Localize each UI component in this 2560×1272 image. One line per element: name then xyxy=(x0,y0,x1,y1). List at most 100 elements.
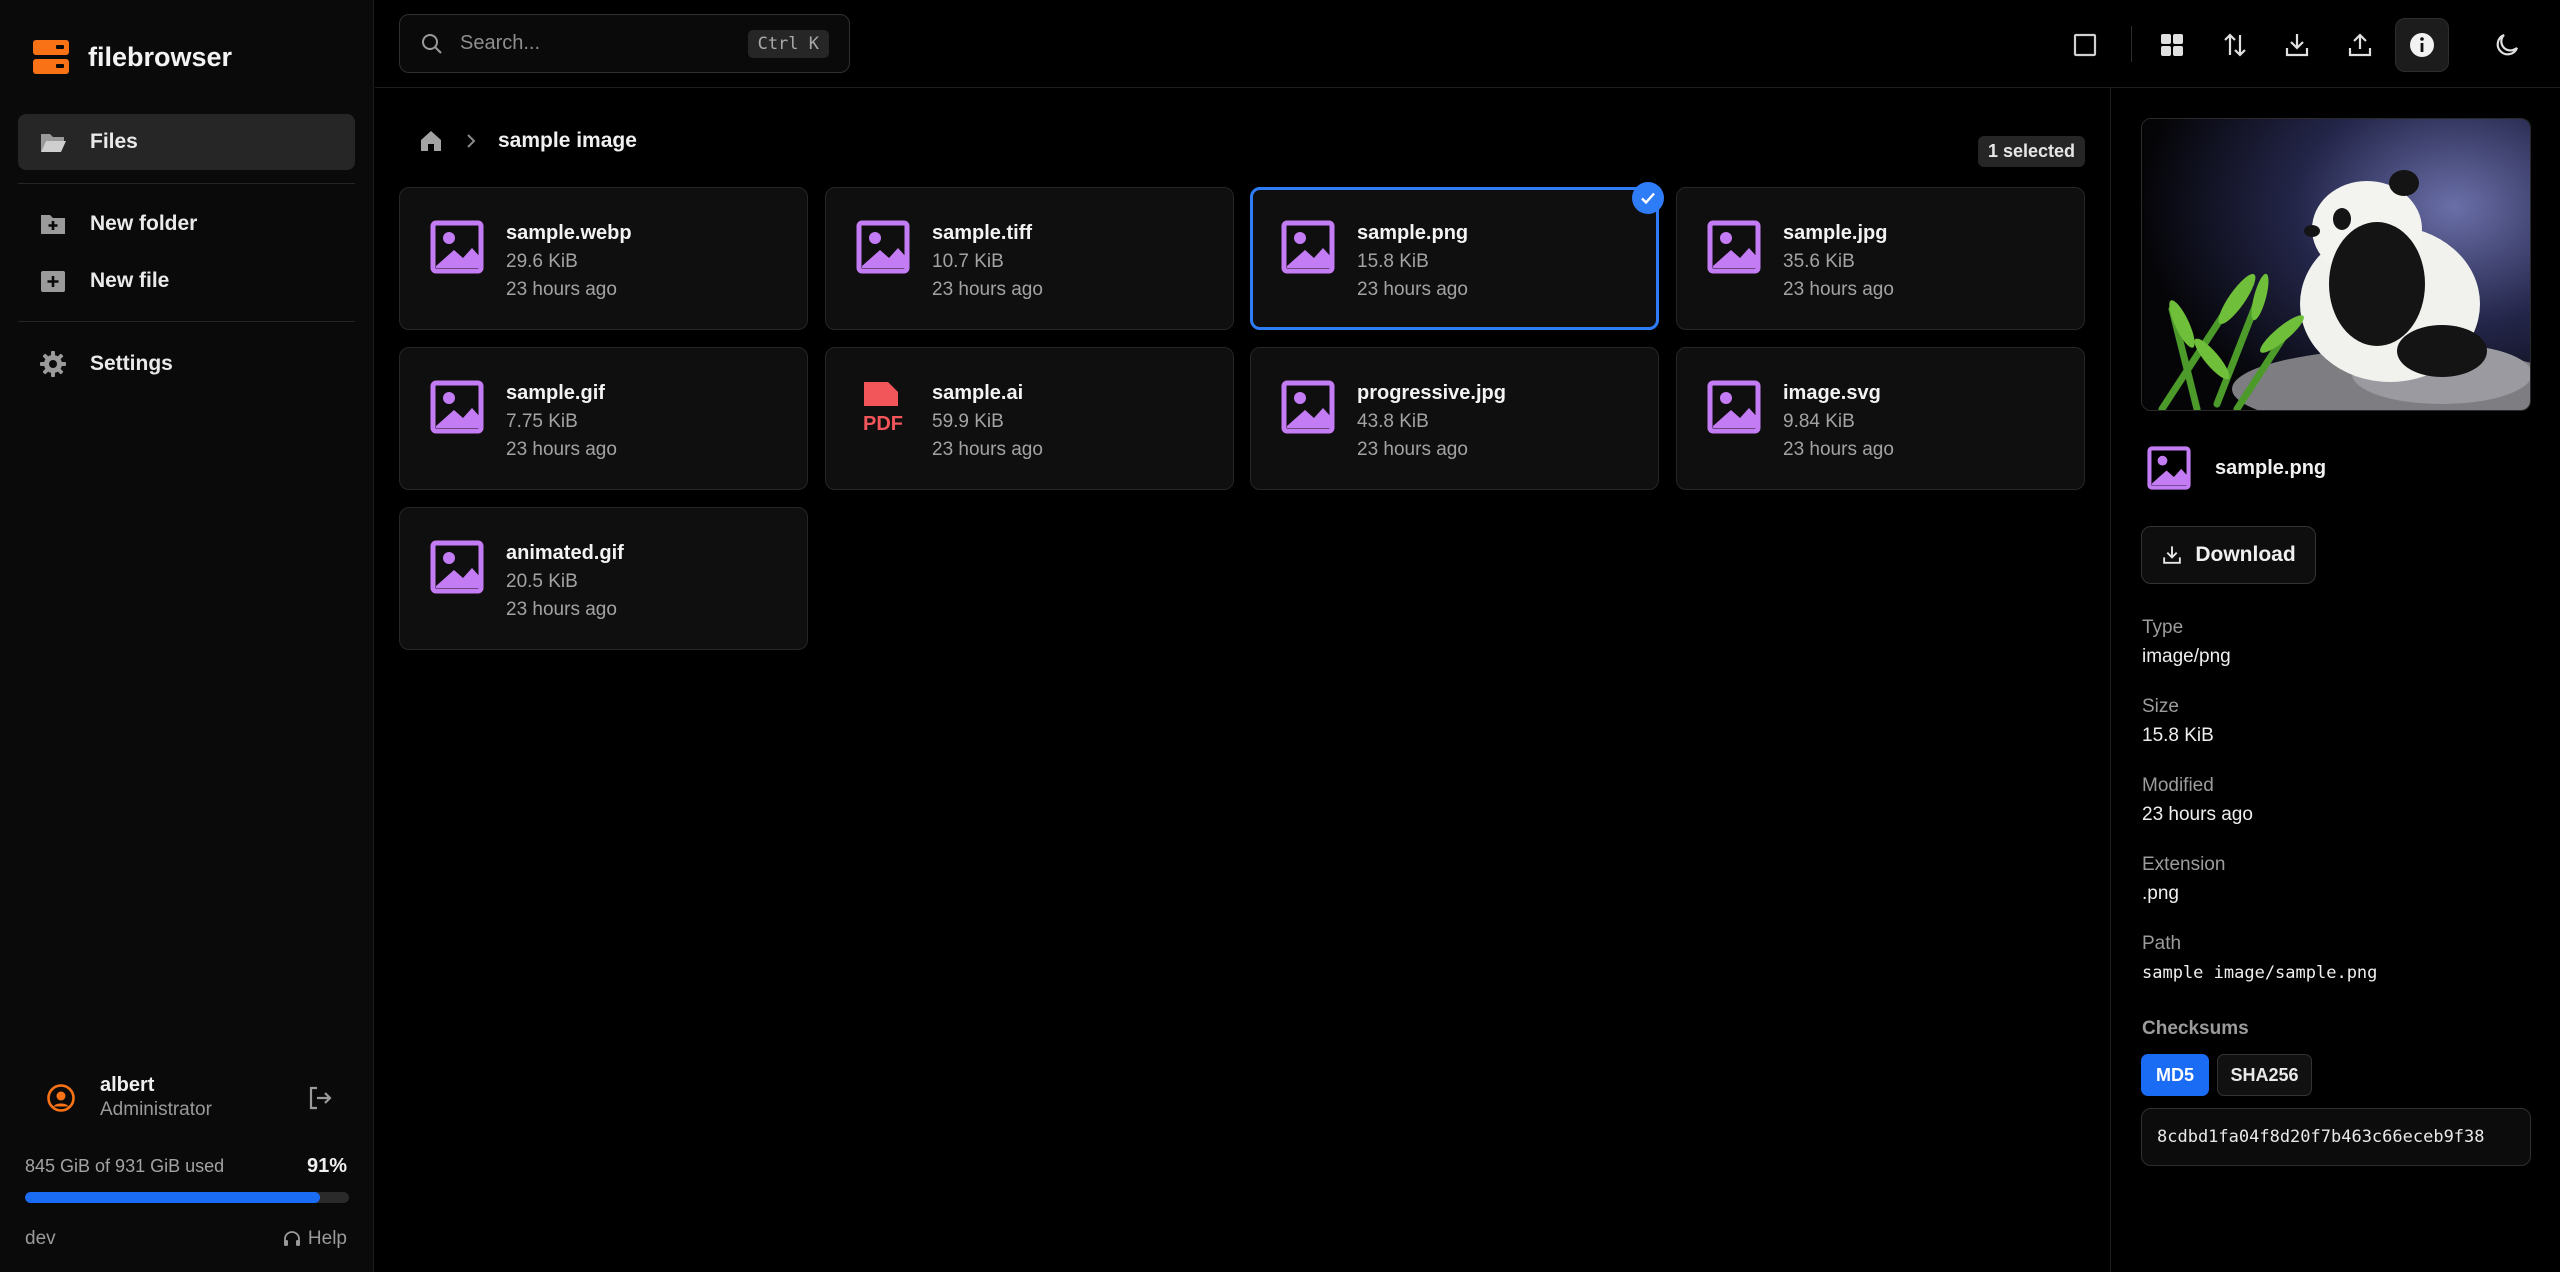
file-size: 20.5 KiB xyxy=(506,571,578,592)
top-toolbar: Search... Ctrl K xyxy=(375,0,2560,88)
theme-toggle-button[interactable] xyxy=(2480,18,2534,72)
upload-button[interactable] xyxy=(2333,18,2387,72)
file-size: 10.7 KiB xyxy=(932,251,1004,272)
download-icon xyxy=(2163,546,2182,564)
divider xyxy=(18,321,355,322)
file-modified: 23 hours ago xyxy=(932,279,1043,300)
details-file-header: sample.png xyxy=(2147,446,2326,490)
file-name: sample.webp xyxy=(506,222,632,244)
file-card[interactable]: sample.gif 7.75 KiB 23 hours ago xyxy=(399,347,808,490)
image-file-icon xyxy=(430,540,484,594)
breadcrumb-current[interactable]: sample image xyxy=(498,129,637,153)
file-name: image.svg xyxy=(1783,382,1881,404)
grid-icon xyxy=(2161,34,2183,56)
image-preview xyxy=(2141,118,2531,411)
file-size: 9.84 KiB xyxy=(1783,411,1855,432)
divider xyxy=(18,183,355,184)
sidebar-item-label: New folder xyxy=(90,212,198,235)
chevron-right-icon xyxy=(467,134,476,148)
search-shortcut-hint: Ctrl K xyxy=(747,30,829,58)
pdf-file-icon: PDF xyxy=(863,382,903,434)
file-size: 29.6 KiB xyxy=(506,251,578,272)
sidebar-item-settings[interactable]: Settings xyxy=(18,336,355,392)
image-file-icon xyxy=(1707,220,1761,274)
file-modified: 23 hours ago xyxy=(932,439,1043,460)
file-size: 35.6 KiB xyxy=(1783,251,1855,272)
selected-check-icon[interactable] xyxy=(1632,182,1664,214)
select-all-button[interactable] xyxy=(2058,18,2112,72)
file-name: sample.tiff xyxy=(932,222,1033,244)
user-info[interactable]: albert Administrator xyxy=(46,1074,212,1121)
sidebar-item-label: New file xyxy=(90,269,170,292)
file-size: 43.8 KiB xyxy=(1357,411,1429,432)
storage-usage-bar xyxy=(25,1192,349,1203)
gear-icon xyxy=(40,351,66,377)
file-name: animated.gif xyxy=(506,542,624,564)
sidebar-item-files[interactable]: Files xyxy=(18,114,355,170)
file-modified: 23 hours ago xyxy=(1783,439,1894,460)
type-value: image/png xyxy=(2142,646,2231,667)
modified-label: Modified xyxy=(2142,775,2214,796)
file-name: sample.png xyxy=(1357,222,1469,244)
brand[interactable]: filebrowser xyxy=(32,38,232,76)
search-input[interactable]: Search... Ctrl K xyxy=(399,14,850,73)
file-card[interactable]: sample.tiff 10.7 KiB 23 hours ago xyxy=(825,187,1234,330)
details-download-button[interactable]: Download xyxy=(2141,526,2316,584)
download-label: Download xyxy=(2195,543,2296,566)
sort-button[interactable] xyxy=(2208,18,2262,72)
size-value: 15.8 KiB xyxy=(2142,725,2214,746)
sidebar-item-new-folder[interactable]: New folder xyxy=(18,196,355,252)
pdf-badge: PDF xyxy=(863,413,903,434)
panda-preview-image xyxy=(2142,119,2530,410)
file-name: progressive.jpg xyxy=(1357,382,1506,404)
storage-usage-fill xyxy=(25,1192,320,1203)
file-modified: 23 hours ago xyxy=(506,599,617,620)
size-label: Size xyxy=(2142,696,2179,717)
server-logo-icon xyxy=(33,40,69,74)
storage-usage-percent: 91% xyxy=(306,1155,347,1177)
file-name: sample.jpg xyxy=(1783,222,1888,244)
info-panel-button[interactable] xyxy=(2395,18,2449,72)
file-card[interactable]: image.svg 9.84 KiB 23 hours ago xyxy=(1676,347,2085,490)
selection-count-badge: 1 selected xyxy=(1978,136,2086,167)
file-size: 7.75 KiB xyxy=(506,411,578,432)
tab-md5[interactable]: MD5 xyxy=(2141,1054,2209,1096)
modified-value: 23 hours ago xyxy=(2142,804,2253,825)
type-label: Type xyxy=(2142,617,2184,638)
search-icon xyxy=(422,33,442,54)
checksum-value[interactable]: 8cdbd1fa04f8d20f7b463c66eceb9f38 xyxy=(2141,1108,2531,1166)
image-file-icon xyxy=(2147,446,2191,490)
logout-icon[interactable] xyxy=(306,1084,334,1112)
tab-sha256[interactable]: SHA256 xyxy=(2217,1054,2312,1096)
file-card[interactable]: progressive.jpg 43.8 KiB 23 hours ago xyxy=(1250,347,1659,490)
sidebar: filebrowser Files New folder New file Se… xyxy=(0,0,374,1272)
sidebar-item-label: Settings xyxy=(90,352,173,375)
info-icon xyxy=(2410,33,2434,57)
search-placeholder: Search... xyxy=(460,32,541,54)
download-button[interactable] xyxy=(2270,18,2324,72)
folder-open-icon xyxy=(41,134,66,152)
folder-plus-icon xyxy=(41,215,65,234)
checkbox-square-icon xyxy=(2073,33,2097,57)
help-link[interactable]: Help xyxy=(282,1228,347,1250)
storage-usage-text: 845 GiB of 931 GiB used xyxy=(25,1156,225,1176)
file-card[interactable]: animated.gif 20.5 KiB 23 hours ago xyxy=(399,507,808,650)
image-file-icon xyxy=(856,220,910,274)
file-card[interactable]: sample.png 15.8 KiB 23 hours ago xyxy=(1250,182,1664,330)
headset-icon xyxy=(283,1231,300,1246)
extension-value: .png xyxy=(2142,883,2179,904)
file-card[interactable]: PDF sample.ai 59.9 KiB 23 hours ago xyxy=(825,347,1234,490)
file-card[interactable]: sample.jpg 35.6 KiB 23 hours ago xyxy=(1676,187,2085,330)
path-label: Path xyxy=(2142,933,2182,954)
image-file-icon xyxy=(1281,220,1335,274)
file-modified: 23 hours ago xyxy=(1357,439,1468,460)
home-icon[interactable] xyxy=(418,128,444,154)
grid-view-button[interactable] xyxy=(2145,18,2199,72)
sidebar-item-new-file[interactable]: New file xyxy=(18,253,355,309)
sort-arrows-icon xyxy=(2224,33,2246,57)
details-panel: sample.png Download Type image/png Size … xyxy=(2110,88,2560,1272)
breadcrumb: sample image xyxy=(418,128,637,154)
file-card[interactable]: sample.webp 29.6 KiB 23 hours ago xyxy=(399,187,808,330)
download-icon xyxy=(2285,34,2309,57)
image-file-icon xyxy=(430,220,484,274)
